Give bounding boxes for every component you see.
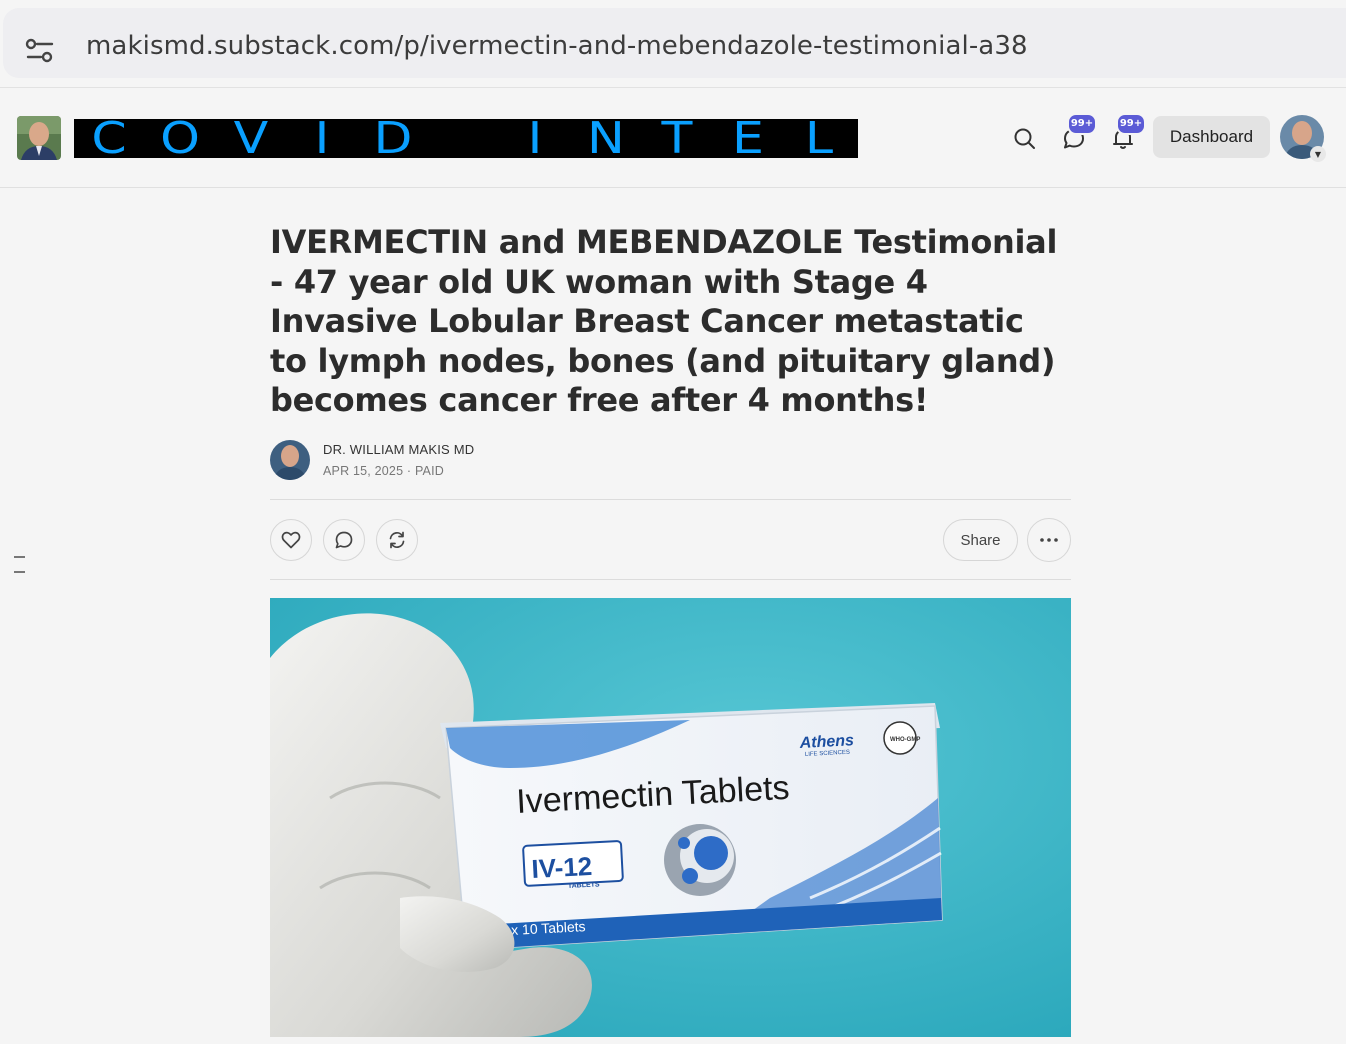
divider bbox=[0, 87, 1346, 88]
ivermectin-box-photo: 10 x 10 Tablets Ivermectin Tablets Athen… bbox=[270, 598, 1071, 1037]
hero-image[interactable]: 10 x 10 Tablets Ivermectin Tablets Athen… bbox=[270, 598, 1071, 1037]
ellipsis-icon bbox=[1040, 538, 1058, 542]
restack-icon bbox=[389, 531, 405, 549]
wordmark-letter: D bbox=[373, 119, 413, 158]
site-header: C O V I D I N T E L 99+ 99+ Dashboard ▼ bbox=[0, 89, 1346, 188]
author-avatar[interactable] bbox=[270, 440, 310, 480]
comment-button[interactable] bbox=[323, 519, 365, 561]
wordmark-letter: T bbox=[661, 119, 693, 158]
url-text[interactable]: makismd.substack.com/p/ivermectin-and-me… bbox=[86, 31, 1028, 61]
heart-icon bbox=[281, 531, 301, 549]
restack-button[interactable] bbox=[376, 519, 418, 561]
publication-logo[interactable] bbox=[17, 116, 61, 160]
divider bbox=[270, 499, 1071, 500]
author-name[interactable]: DR. WILLIAM MAKIS MD bbox=[323, 442, 474, 457]
share-button[interactable]: Share bbox=[943, 519, 1018, 561]
wordmark-letter: L bbox=[804, 119, 834, 158]
site-settings-icon[interactable] bbox=[25, 37, 55, 65]
seal-text: WHO-GMP bbox=[890, 737, 920, 743]
wordmark-letter: O bbox=[160, 119, 200, 158]
notifications-badge: 99+ bbox=[1116, 113, 1146, 135]
dashboard-button[interactable]: Dashboard bbox=[1153, 116, 1270, 158]
like-button[interactable] bbox=[270, 519, 312, 561]
address-bar[interactable]: makismd.substack.com/p/ivermectin-and-me… bbox=[3, 8, 1346, 78]
table-of-contents-icon[interactable] bbox=[13, 555, 27, 575]
comment-icon bbox=[335, 531, 353, 549]
chevron-down-icon[interactable]: ▼ bbox=[1310, 146, 1326, 162]
article-title: IVERMECTIN and MEBENDAZOLE Testimonial -… bbox=[270, 223, 1058, 419]
wordmark-letter: V bbox=[233, 119, 269, 158]
more-options-button[interactable] bbox=[1027, 518, 1071, 562]
divider bbox=[270, 579, 1071, 580]
wordmark-letter: I bbox=[314, 119, 330, 158]
post-date: APR 15, 2025 · PAID bbox=[323, 464, 444, 478]
product-code-text: IV-12 bbox=[531, 851, 593, 884]
wordmark-letter: C bbox=[91, 119, 127, 158]
publication-wordmark[interactable]: C O V I D I N T E L bbox=[74, 119, 858, 158]
wordmark-letter: N bbox=[587, 119, 625, 158]
chat-badge: 99+ bbox=[1067, 113, 1097, 135]
search-icon[interactable] bbox=[1012, 126, 1038, 152]
wordmark-letter: E bbox=[732, 119, 764, 158]
wordmark-letter: I bbox=[527, 119, 543, 158]
